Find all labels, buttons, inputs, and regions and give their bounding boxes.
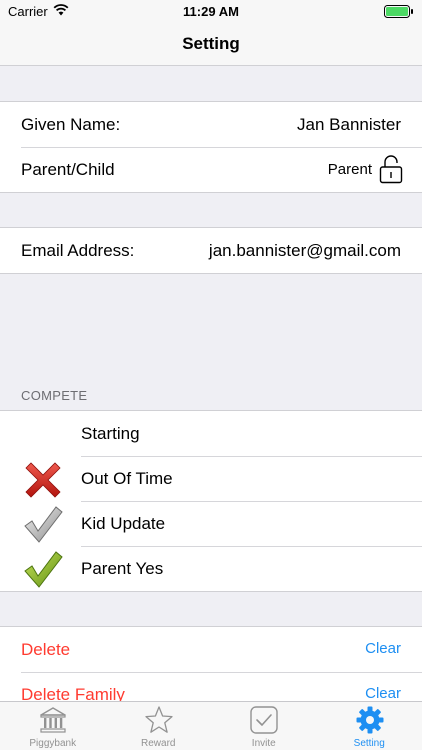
- profile-group: Given Name: Jan Bannister Parent/Child P…: [0, 101, 422, 193]
- tab-bar: Piggybank Reward Invite Setting: [0, 701, 422, 750]
- compete-section-header: COMPETE: [21, 388, 88, 403]
- given-name-label: Given Name:: [21, 115, 121, 134]
- email-value: jan.bannister@gmail.com: [208, 241, 401, 260]
- battery-icon: [384, 5, 413, 18]
- delete-label: Delete: [21, 640, 71, 659]
- contact-group: Email Address: jan.bannister@gmail.com: [0, 227, 422, 274]
- tab-invite[interactable]: Invite: [211, 702, 317, 750]
- given-name-value: Jan Bannister: [297, 115, 401, 134]
- compete-item-out-of-time[interactable]: Out Of Time: [0, 456, 422, 501]
- gray-check-icon: [24, 506, 63, 543]
- red-x-icon: [25, 462, 61, 498]
- compete-item-kid-update[interactable]: Kid Update: [0, 501, 422, 546]
- parent-child-value: Parent: [327, 161, 372, 178]
- delete-clear-button[interactable]: Clear: [365, 640, 401, 657]
- compete-item-label: Starting: [81, 424, 140, 443]
- given-name-row[interactable]: Given Name: Jan Bannister: [0, 102, 422, 147]
- navigation-bar: Setting: [0, 22, 422, 66]
- parent-child-row[interactable]: Parent/Child Parent: [0, 147, 422, 192]
- bank-icon: [40, 707, 66, 733]
- status-time: 11:29 AM: [183, 4, 239, 19]
- compete-item-label: Kid Update: [81, 514, 166, 533]
- compete-item-label: Out Of Time: [81, 469, 173, 488]
- gear-icon: [356, 706, 383, 734]
- tab-setting[interactable]: Setting: [317, 702, 422, 750]
- star-icon: [144, 706, 173, 733]
- tab-label: Piggybank: [29, 738, 77, 749]
- tab-piggybank[interactable]: Piggybank: [0, 702, 106, 750]
- email-label: Email Address:: [21, 241, 135, 260]
- compete-item-starting[interactable]: Starting: [0, 411, 422, 456]
- lock-icon[interactable]: [378, 154, 404, 184]
- tab-reward[interactable]: Reward: [106, 702, 212, 750]
- status-bar: Carrier 11:29 AM: [0, 0, 422, 22]
- tab-label: Reward: [141, 738, 176, 749]
- compete-group: Starting Out Of Time Kid Update Parent Y…: [0, 410, 422, 592]
- checkbox-icon: [250, 706, 278, 734]
- tab-label: Setting: [353, 738, 385, 749]
- tab-label: Invite: [251, 738, 276, 749]
- email-row[interactable]: Email Address: jan.bannister@gmail.com: [0, 228, 422, 273]
- compete-item-parent-yes[interactable]: Parent Yes: [0, 546, 422, 591]
- page-title: Setting: [182, 34, 240, 53]
- actions-group: Delete Clear Delete Family Clear: [0, 626, 422, 706]
- green-check-icon: [24, 551, 63, 588]
- delete-row[interactable]: Delete Clear: [0, 627, 422, 672]
- parent-child-label: Parent/Child: [21, 160, 115, 179]
- compete-item-label: Parent Yes: [81, 559, 164, 578]
- delete-family-clear-button[interactable]: Clear: [365, 685, 401, 702]
